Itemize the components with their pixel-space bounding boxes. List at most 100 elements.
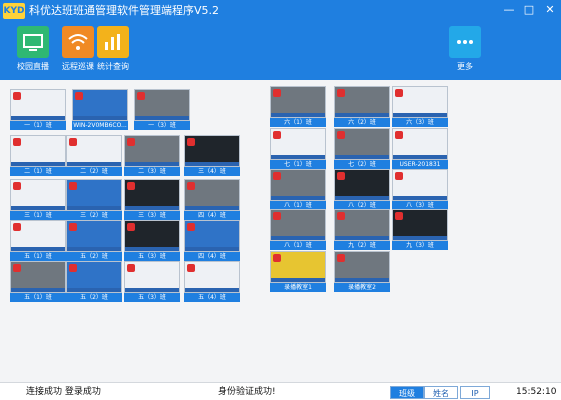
classroom-tile[interactable]: 五（1）班 [10,220,66,261]
tab-class[interactable]: 班级 [390,386,424,399]
classroom-thumbnail [334,209,390,241]
classroom-label: 四（4）班 [184,252,240,261]
classroom-label: 三（3）班 [124,211,180,220]
classroom-thumbnail [270,128,326,160]
classroom-tile[interactable]: 八（1）班 [270,169,326,210]
classroom-tile[interactable]: 九（2）班 [334,209,390,250]
stats-query-button[interactable]: 统计查询 [88,26,138,74]
classroom-thumbnail [392,128,448,160]
classroom-tile[interactable]: USER-201831 [392,128,448,169]
classroom-thumbnail [392,169,448,201]
classroom-thumbnail [392,209,448,241]
classroom-tile[interactable]: 七（1）班 [270,128,326,169]
classroom-tile[interactable]: 二（3）班 [124,135,180,176]
classroom-tile[interactable]: WIN-2V0MB6CO... [72,89,128,130]
classroom-tile[interactable]: 录播教室1 [270,251,326,292]
classroom-thumbnail [184,135,240,167]
classroom-thumbnail [124,135,180,167]
classroom-thumbnail [66,220,122,252]
classroom-label: 七（1）班 [270,160,326,169]
classroom-tile[interactable]: 二（1）班 [10,135,66,176]
classroom-tile[interactable]: 六（2）班 [334,86,390,127]
classroom-thumbnail [184,220,240,252]
tab-name[interactable]: 姓名 [424,386,458,399]
classroom-tile[interactable]: 一（1）班 [10,89,66,130]
classroom-label: 二（3）班 [124,167,180,176]
more-label: 更多 [457,62,473,71]
classroom-tile[interactable]: 三（2）班 [66,179,122,220]
more-icon [449,26,481,58]
classroom-tile[interactable]: 八（3）班 [392,169,448,210]
classroom-label: 五（2）班 [66,293,122,302]
classroom-tile[interactable]: 三（1）班 [10,179,66,220]
app-logo: KYD [3,3,25,19]
classroom-label: 四（4）班 [184,211,240,220]
classroom-tile[interactable]: 七（2）班 [334,128,390,169]
classroom-label: 录播教室1 [270,283,326,292]
bar-chart-icon [97,26,129,58]
classroom-tile[interactable]: 八（1）班 [270,209,326,250]
auth-status: 身份验证成功! [218,387,276,397]
classroom-tile[interactable]: 五（2）班 [66,261,122,302]
classroom-label: 六（1）班 [270,118,326,127]
classroom-label: 一（3）班 [134,121,190,130]
classroom-tile[interactable]: 六（3）班 [392,86,448,127]
classroom-grid: 一（1）班 WIN-2V0MB6CO... 一（3）班 二（1）班 二（2）班 … [0,80,561,382]
classroom-label: 三（4）班 [184,167,240,176]
classroom-tile[interactable]: 五（3）班 [124,261,180,302]
classroom-label: 一（1）班 [10,121,66,130]
tab-ip[interactable]: IP [460,386,490,399]
classroom-label: USER-201831 [392,160,448,169]
classroom-label: 七（2）班 [334,160,390,169]
more-button[interactable]: 更多 [440,26,490,74]
maximize-button[interactable]: □ [520,2,538,18]
classroom-label: WIN-2V0MB6CO... [72,121,128,130]
classroom-label: 二（1）班 [10,167,66,176]
classroom-thumbnail [270,169,326,201]
classroom-label: 九（3）班 [392,241,448,250]
classroom-label: 六（3）班 [392,118,448,127]
classroom-thumbnail [270,86,326,118]
classroom-label: 三（1）班 [10,211,66,220]
classroom-tile[interactable]: 四（4）班 [184,179,240,220]
classroom-tile[interactable]: 一（3）班 [134,89,190,130]
classroom-tile[interactable]: 三（3）班 [124,179,180,220]
classroom-label: 九（2）班 [334,241,390,250]
classroom-tile[interactable]: 录播教室2 [334,251,390,292]
classroom-tile[interactable]: 五（2）班 [66,220,122,261]
classroom-label: 五（2）班 [66,252,122,261]
clock: 15:52:10 [516,387,557,397]
classroom-label: 八（1）班 [270,241,326,250]
close-button[interactable]: ✕ [541,2,559,18]
classroom-label: 六（2）班 [334,118,390,127]
classroom-label: 五（1）班 [10,293,66,302]
classroom-tile[interactable]: 六（1）班 [270,86,326,127]
classroom-thumbnail [10,261,66,293]
classroom-thumbnail [184,179,240,211]
classroom-tile[interactable]: 二（2）班 [66,135,122,176]
minimize-button[interactable]: — [500,2,518,18]
classroom-label: 五（3）班 [124,252,180,261]
classroom-tile[interactable]: 九（3）班 [392,209,448,250]
classroom-thumbnail [334,251,390,283]
classroom-thumbnail [10,220,66,252]
status-bar: 连接成功 登录成功 身份验证成功! 班级 姓名 IP 15:52:10 [0,382,561,400]
classroom-tile[interactable]: 五（1）班 [10,261,66,302]
classroom-tile[interactable]: 三（4）班 [184,135,240,176]
monitor-icon [17,26,49,58]
classroom-thumbnail [184,261,240,293]
classroom-label: 五（4）班 [184,293,240,302]
classroom-tile[interactable]: 八（2）班 [334,169,390,210]
classroom-thumbnail [10,89,66,121]
classroom-thumbnail [66,179,122,211]
classroom-thumbnail [66,261,122,293]
classroom-label: 录播教室2 [334,283,390,292]
classroom-thumbnail [270,209,326,241]
classroom-tile[interactable]: 五（3）班 [124,220,180,261]
classroom-tile[interactable]: 五（4）班 [184,261,240,302]
classroom-thumbnail [124,220,180,252]
classroom-thumbnail [392,86,448,118]
classroom-label: 五（3）班 [124,293,180,302]
classroom-label: 二（2）班 [66,167,122,176]
classroom-tile[interactable]: 四（4）班 [184,220,240,261]
